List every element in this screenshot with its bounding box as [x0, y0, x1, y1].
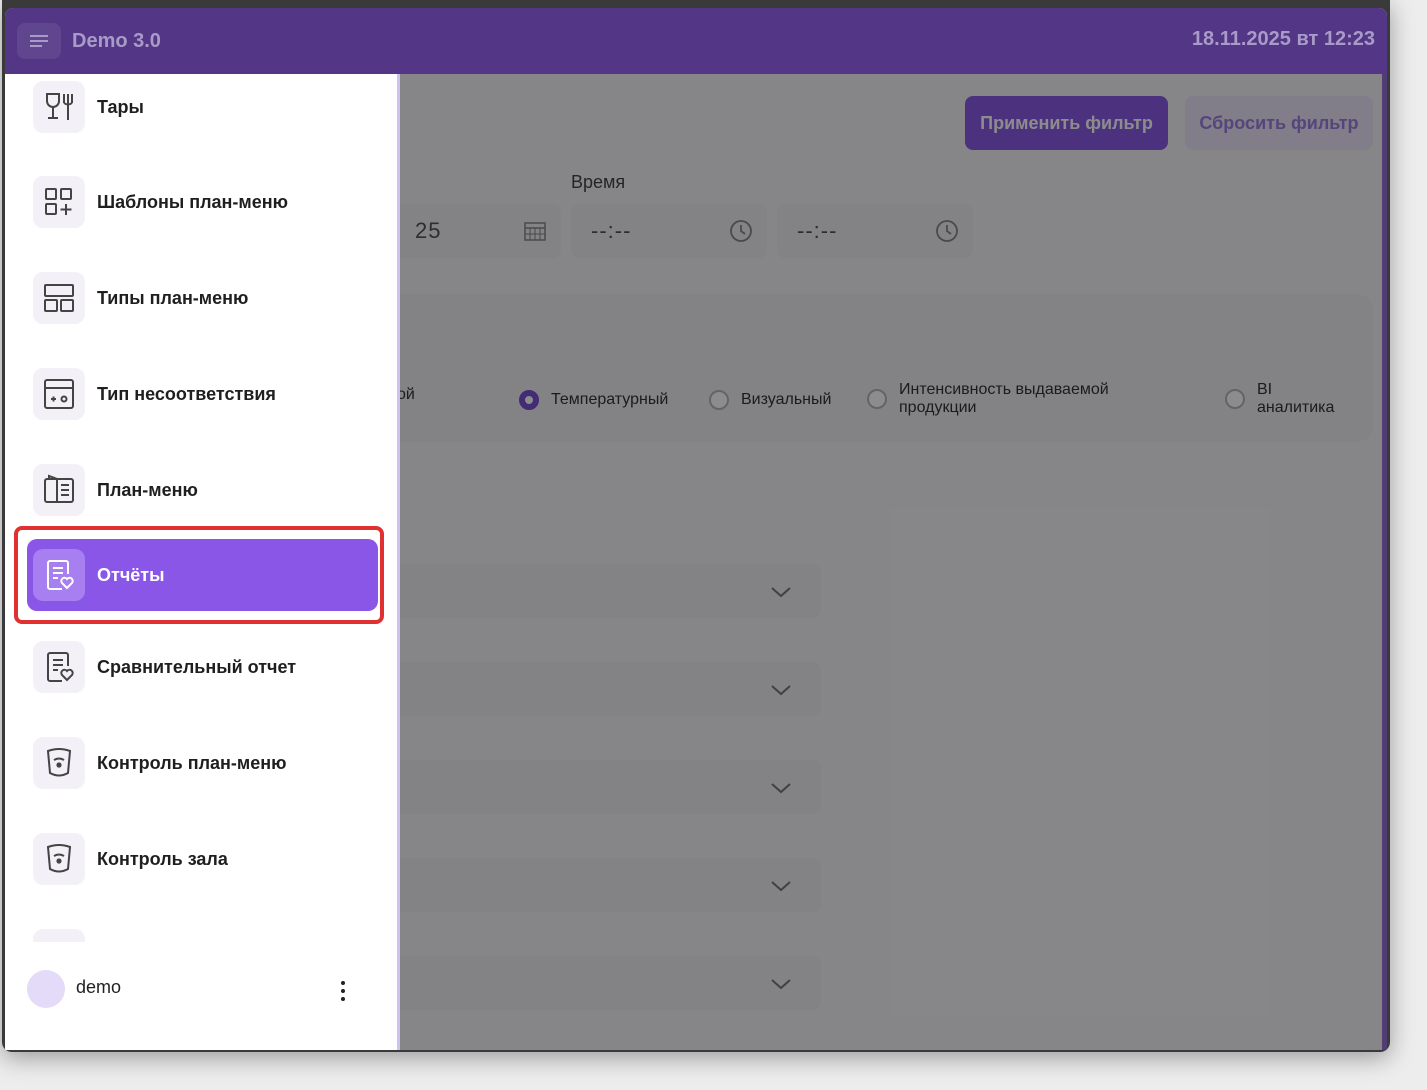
username: demo: [76, 977, 122, 997]
sidebar-item-hall-control[interactable]: Контроль зала: [27, 823, 378, 895]
shield-icon: [33, 737, 85, 789]
sidebar-item-label: Тары: [97, 96, 144, 117]
selection-highlight: [14, 526, 384, 624]
user-profile[interactable]: demo: [5, 964, 397, 1024]
app-title: Demo 3.0: [72, 29, 161, 52]
side-drawer: Тары Шаблоны план-меню Типы план-меню Ти…: [5, 74, 400, 1050]
circle-icon: [33, 929, 85, 942]
shield-icon: [33, 833, 85, 885]
avatar: [27, 970, 65, 1008]
panel-card-icon: [33, 368, 85, 420]
sidebar-item-label: Контроль зала: [97, 848, 228, 869]
sidebar-item-label: Контроль план-меню: [97, 752, 287, 773]
layout-grid-icon: [33, 272, 85, 324]
app-frame: Demo 3.0 18.11.2025 вт 12:23 Применить ф…: [5, 8, 1387, 1050]
sidebar-item-label: Типы план-меню: [97, 287, 249, 308]
glass-fork-icon: [33, 81, 85, 133]
report-heart-icon: [33, 641, 85, 693]
grid-plus-icon: [33, 176, 85, 228]
more-options-icon[interactable]: [335, 976, 351, 1006]
hamburger-icon: [30, 35, 48, 47]
scrollbar[interactable]: [1382, 74, 1387, 1050]
sidebar-nav: Тары Шаблоны план-меню Типы план-меню Ти…: [5, 74, 397, 942]
sidebar-item-menu-templates[interactable]: Шаблоны план-меню: [27, 166, 378, 238]
sidebar-item-menu-plan[interactable]: План-меню: [27, 454, 378, 526]
sidebar-item-label: План-меню: [97, 479, 198, 500]
sidebar-item-partial[interactable]: [27, 919, 378, 942]
sidebar-item-label: Тип несоответствия: [97, 383, 276, 404]
sidebar-item-menu-types[interactable]: Типы план-меню: [27, 262, 378, 334]
sidebar-item-menu-control[interactable]: Контроль план-меню: [27, 727, 378, 799]
sidebar-item-nonconformity-type[interactable]: Тип несоответствия: [27, 358, 378, 430]
menu-toggle-button[interactable]: [17, 23, 61, 59]
open-book-icon: [33, 464, 85, 516]
top-bar: Demo 3.0 18.11.2025 вт 12:23: [5, 8, 1387, 74]
sidebar-item-comparative-report[interactable]: Сравнительный отчет: [27, 631, 378, 703]
current-datetime: 18.11.2025 вт 12:23: [1191, 28, 1375, 50]
sidebar-item-containers[interactable]: Тары: [27, 74, 378, 143]
sidebar-item-label: Сравнительный отчет: [97, 656, 297, 677]
app-window: Demo 3.0 18.11.2025 вт 12:23 Применить ф…: [2, 0, 1390, 1052]
sidebar-item-label: Шаблоны план-меню: [97, 191, 288, 212]
